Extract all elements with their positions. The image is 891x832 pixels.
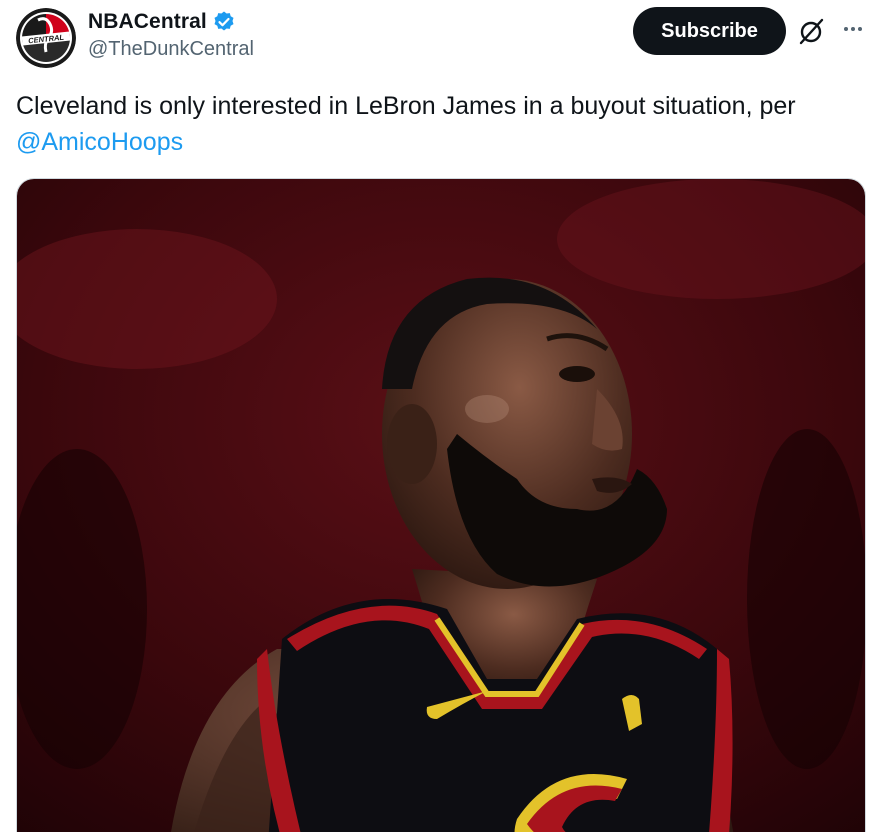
- tweet-body: Cleveland is only interested in LeBron J…: [16, 92, 796, 120]
- author-names: NBACentral @TheDunkCentral: [88, 8, 254, 61]
- player-photo-image: [17, 179, 865, 832]
- nbacentral-logo-icon: CENTRAL: [16, 8, 76, 68]
- more-options-icon[interactable]: [838, 14, 868, 44]
- verified-badge-icon[interactable]: [212, 10, 236, 34]
- grok-icon[interactable]: [798, 16, 826, 46]
- avatar[interactable]: CENTRAL: [16, 8, 76, 68]
- subscribe-button[interactable]: Subscribe: [633, 7, 786, 55]
- tweet-text: Cleveland is only interested in LeBron J…: [16, 88, 876, 160]
- tweet-card: CENTRAL NBACentral @TheDunkCentral Subsc…: [0, 0, 891, 832]
- author-handle[interactable]: @TheDunkCentral: [88, 38, 254, 61]
- display-name[interactable]: NBACentral: [88, 10, 207, 34]
- mention-link[interactable]: @AmicoHoops: [16, 128, 183, 156]
- tweet-photo[interactable]: [16, 178, 866, 832]
